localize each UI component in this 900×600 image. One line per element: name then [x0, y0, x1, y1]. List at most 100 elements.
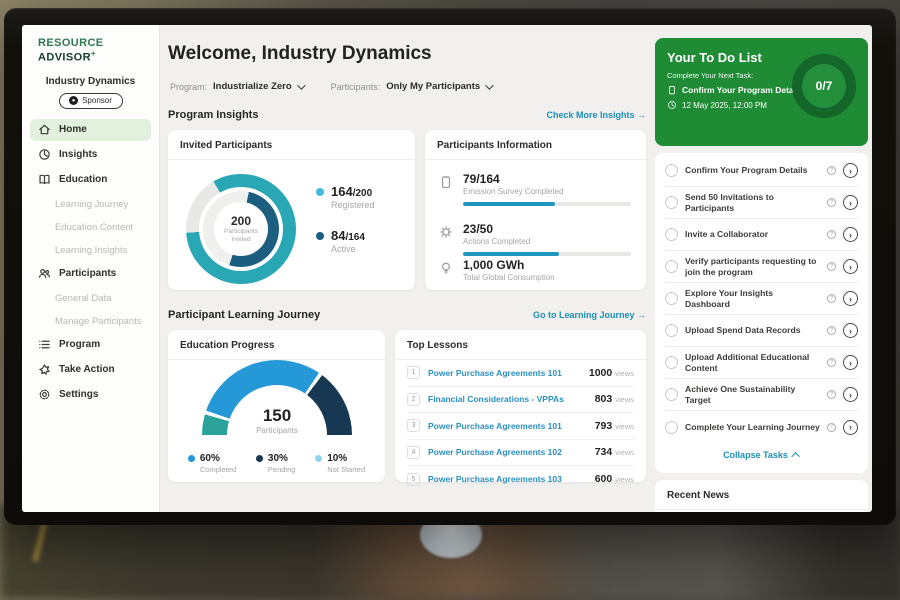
sidebar-item-take-action[interactable]: Take Action [30, 359, 151, 381]
program-insights-header: Program Insights Check More Insights → [168, 109, 646, 121]
sidebar-item-program[interactable]: Program [30, 334, 151, 356]
settings-icon [38, 388, 51, 401]
sidebar-item-label: Manage Participants [55, 316, 142, 327]
legend-item-pending: 30%Pending [256, 453, 296, 474]
task-row[interactable]: Explore Your Insights Dashboard ? › [665, 283, 858, 315]
info-icon: ? [827, 198, 836, 207]
progress-bar [463, 252, 631, 256]
task-row[interactable]: Invite a Collaborator ? › [665, 219, 858, 251]
task-row[interactable]: Achieve One Sustainability Target ? › [665, 379, 858, 411]
info-icon: ? [827, 326, 836, 335]
task-label: Complete Your Learning Journey [685, 422, 820, 433]
chevron-right-icon[interactable]: › [843, 163, 858, 178]
task-label: Verify participants requesting to join t… [685, 256, 820, 277]
lesson-rank: 1 [407, 366, 420, 379]
sidebar-item-insights[interactable]: Insights [30, 144, 151, 166]
card-title: Top Lessons [395, 330, 646, 360]
chevron-right-icon[interactable]: › [843, 227, 858, 242]
metric-value: 23/50 [463, 222, 629, 236]
arrow-right-icon: → [637, 110, 646, 120]
task-checkbox[interactable] [665, 196, 678, 209]
task-checkbox[interactable] [665, 228, 678, 241]
todo-next-task-label: Confirm Your Program Details [682, 85, 803, 95]
task-checkbox[interactable] [665, 292, 678, 305]
task-row[interactable]: Verify participants requesting to join t… [665, 251, 858, 283]
insights-icon [38, 148, 51, 161]
chevron-right-icon[interactable]: › [843, 195, 858, 210]
sidebar-item-learning-journey[interactable]: Learning Journey [30, 194, 151, 215]
lesson-row: 1 Power Purchase Agreements 101 1000view… [407, 360, 634, 387]
donut-center-label: Participants Invited [219, 228, 263, 245]
go-to-learning-journey-link[interactable]: Go to Learning Journey → [533, 310, 646, 320]
sidebar-item-education[interactable]: Education [30, 169, 151, 191]
collapse-tasks-link[interactable]: Collapse Tasks [665, 443, 858, 467]
task-row[interactable]: Upload Spend Data Records ? › [665, 315, 858, 347]
chevron-down-icon [485, 81, 493, 89]
metric-value: 79/164 [463, 172, 629, 186]
sidebar-item-label: Settings [59, 389, 98, 400]
lesson-views-unit: views [615, 369, 634, 378]
participants-dropdown[interactable]: Only My Participants [386, 81, 491, 92]
progress-fill [463, 252, 559, 256]
lesson-title-link[interactable]: Financial Considerations - VPPAs [428, 394, 587, 404]
lesson-title-link[interactable]: Power Purchase Agreements 101 [428, 421, 587, 431]
task-checkbox[interactable] [665, 388, 678, 401]
sidebar-item-general-data[interactable]: General Data [30, 288, 151, 309]
task-row[interactable]: Complete Your Learning Journey ? › [665, 411, 858, 443]
sidebar-item-label: Learning Insights [55, 245, 127, 256]
sidebar-item-learning-insights[interactable]: Learning Insights [30, 240, 151, 261]
page-title: Welcome, Industry Dynamics [168, 43, 432, 65]
task-checkbox[interactable] [665, 260, 678, 273]
donut-center-value: 200 [231, 214, 251, 228]
arrow-right-icon: → [637, 310, 646, 320]
legend-value: 164 [331, 184, 353, 199]
program-dropdown[interactable]: Industrialize Zero [213, 81, 303, 92]
chevron-right-icon[interactable]: › [843, 387, 858, 402]
sidebar-item-label: General Data [55, 293, 112, 304]
task-row[interactable]: Send 50 Invitations to Participants ? › [665, 187, 858, 219]
legend-value: 30% [268, 453, 288, 464]
chevron-right-icon[interactable]: › [843, 259, 858, 274]
legend-dot [315, 455, 322, 462]
task-label: Send 50 Invitations to Participants [685, 192, 820, 213]
sidebar-item-education-content[interactable]: Education Content [30, 217, 151, 238]
section-title: Program Insights [168, 109, 258, 121]
legend-dot [316, 188, 324, 196]
sidebar-item-participants[interactable]: Participants [30, 263, 151, 285]
logo-plus: + [91, 49, 96, 58]
chevron-right-icon[interactable]: › [843, 420, 858, 435]
task-checkbox[interactable] [665, 164, 678, 177]
check-more-insights-link[interactable]: Check More Insights → [546, 110, 646, 120]
chevron-right-icon[interactable]: › [843, 355, 858, 370]
sidebar-item-label: Learning Journey [55, 199, 128, 210]
task-label: Upload Additional Educational Content [685, 352, 820, 373]
lesson-views-unit: views [615, 395, 634, 404]
metric-global-consumption: 1,000 GWh Total Global Consumption [439, 258, 629, 282]
sidebar-item-settings[interactable]: Settings [30, 384, 151, 406]
home-icon [38, 123, 51, 136]
task-checkbox[interactable] [665, 421, 678, 434]
lesson-views: 600 [595, 473, 613, 485]
chevron-right-icon[interactable]: › [843, 291, 858, 306]
task-list: Confirm Your Program Details ? › Send 50… [655, 153, 868, 473]
donut-center: 200 Participants Invited [214, 202, 268, 256]
sidebar-item-label: Program [59, 339, 100, 350]
lesson-title-link[interactable]: Power Purchase Agreements 103 [428, 474, 587, 484]
chevron-right-icon[interactable]: › [843, 323, 858, 338]
filter-bar: Program: Industrialize Zero Participants… [170, 81, 491, 92]
task-row[interactable]: Confirm Your Program Details ? › [665, 155, 858, 187]
sidebar-item-home[interactable]: Home [30, 119, 151, 141]
program-icon [38, 338, 51, 351]
lesson-title-link[interactable]: Power Purchase Agreements 102 [428, 447, 587, 457]
participants-dropdown-value: Only My Participants [386, 81, 480, 92]
task-row[interactable]: Upload Additional Educational Content ? … [665, 347, 858, 379]
task-checkbox[interactable] [665, 324, 678, 337]
task-label: Invite a Collaborator [685, 229, 820, 240]
task-checkbox[interactable] [665, 356, 678, 369]
legend-dot [256, 455, 263, 462]
lesson-title-link[interactable]: Power Purchase Agreements 101 [428, 368, 581, 378]
sidebar-item-manage-participants[interactable]: Manage Participants [30, 311, 151, 332]
top-lessons-card: Top Lessons 1 Power Purchase Agreements … [395, 330, 646, 482]
lesson-views-unit: views [615, 475, 634, 484]
lightbulb-icon [439, 261, 453, 275]
